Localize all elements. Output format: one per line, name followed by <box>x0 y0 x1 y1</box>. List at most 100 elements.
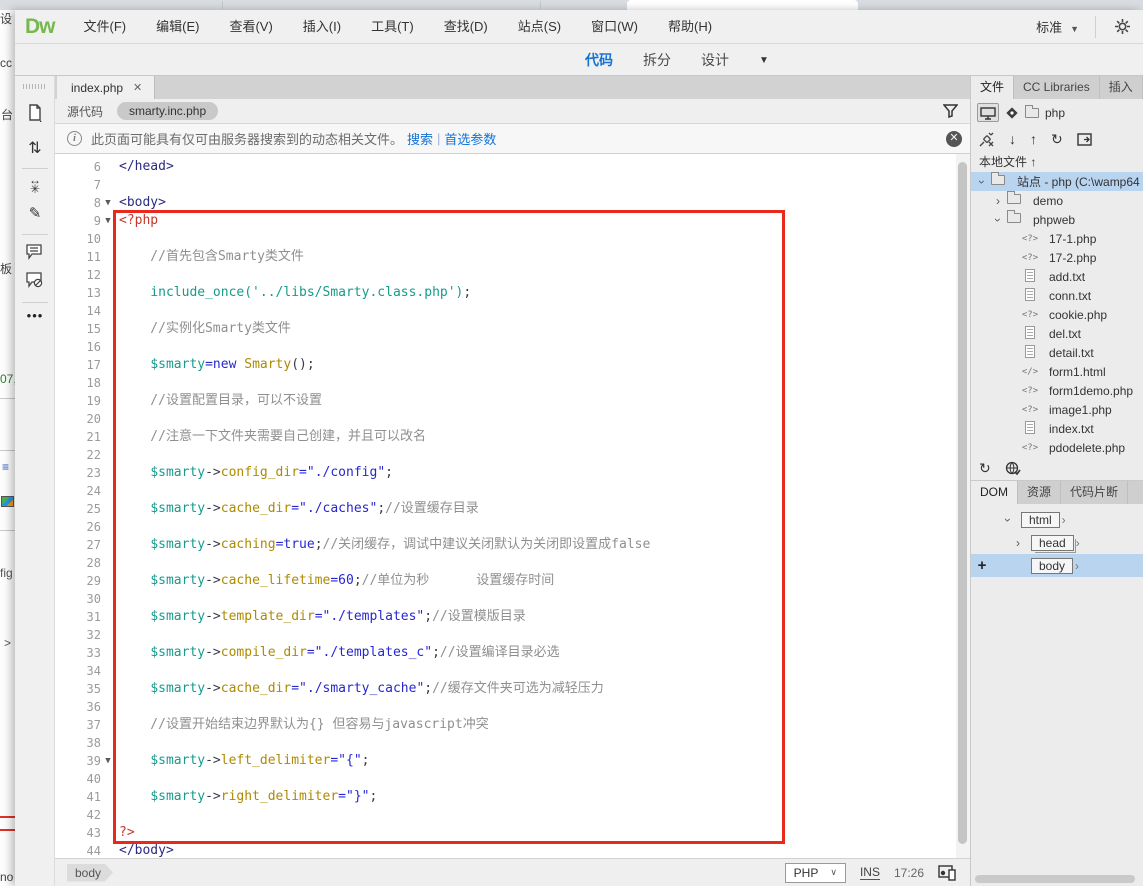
code-line-8[interactable]: 8 ▼ <body> <box>55 194 956 212</box>
tag-selector-body[interactable]: body <box>67 863 114 882</box>
refresh-icon[interactable]: ↻ <box>979 460 991 477</box>
menu-item-help[interactable]: 帮助(H) <box>653 10 727 44</box>
panel-tab-snippets[interactable]: 代码片断 <box>1061 481 1129 504</box>
file-tree-row[interactable]: <?> 17-1.php <box>971 229 1143 248</box>
menu-item-file[interactable]: 文件(F) <box>69 10 142 44</box>
expander-chevron-icon[interactable]: › <box>975 177 989 187</box>
search-link[interactable]: 搜索 <box>407 129 433 148</box>
menu-item-insert[interactable]: 插入(I) <box>288 10 356 44</box>
related-file-smarty-inc[interactable]: smarty.inc.php <box>117 102 219 120</box>
apply-comment-icon[interactable] <box>15 244 55 260</box>
expander-chevron-icon[interactable]: › <box>993 194 1003 208</box>
language-select[interactable]: PHP ∨ <box>784 862 846 883</box>
put-files-icon[interactable]: ↑ <box>1030 131 1037 147</box>
remove-comment-icon[interactable] <box>15 272 55 288</box>
panel-tab-cc-libraries[interactable]: CC Libraries <box>1014 76 1100 99</box>
expander-chevron-icon[interactable]: › <box>1013 536 1023 550</box>
code-line-29[interactable]: 29 $smarty->cache_lifetime=60;//单位为秒 设置缓… <box>55 572 956 590</box>
code-line-18[interactable]: 18 <box>55 374 956 392</box>
panel-tab-assets[interactable]: 资源 <box>1018 481 1062 504</box>
synchronize-icon[interactable]: ↻ <box>1051 131 1063 148</box>
open-documents-icon[interactable] <box>15 104 55 122</box>
code-line-21[interactable]: 21 //注意一下文件夹需要自己创建，并且可以改名 <box>55 428 956 446</box>
wrap-tag-icon[interactable]: ↔ ✳ <box>15 174 55 195</box>
dreamweaver-logo[interactable]: Dw <box>15 15 69 39</box>
code-line-41[interactable]: 41 $smarty->right_delimiter="}"; <box>55 788 956 806</box>
expand-panel-icon[interactable] <box>1077 132 1092 146</box>
code-line-30[interactable]: 30 <box>55 590 956 608</box>
code-line-22[interactable]: 22 <box>55 446 956 464</box>
disconnect-icon[interactable] <box>979 131 995 147</box>
editor-scrollbar[interactable] <box>956 154 970 886</box>
menu-item-tools[interactable]: 工具(T) <box>356 10 429 44</box>
code-line-17[interactable]: 17 $smarty=new Smarty(); <box>55 356 956 374</box>
preview-in-browser-icon[interactable] <box>1005 461 1021 476</box>
file-tree-row[interactable]: detail.txt <box>971 343 1143 362</box>
file-tree-row[interactable]: › phpweb <box>971 210 1143 229</box>
code-line-24[interactable]: 24 <box>55 482 956 500</box>
file-tree-row[interactable]: <?> 17-2.php <box>971 248 1143 267</box>
close-icon[interactable]: ✕ <box>946 131 962 147</box>
code-line-28[interactable]: 28 <box>55 554 956 572</box>
file-tree-row[interactable]: › 站点 - php (C:\wamp64 <box>971 172 1143 191</box>
code-line-36[interactable]: 36 <box>55 698 956 716</box>
code-line-37[interactable]: 37 //设置开始结束边界默认为{} 但容易与javascript冲突 <box>55 716 956 734</box>
workspace-switcher[interactable]: 标准 ▼ <box>1026 17 1089 36</box>
code-line-19[interactable]: 19 //设置配置目录，可以不设置 <box>55 392 956 410</box>
code-line-35[interactable]: 35 $smarty->cache_dir="./smarty_cache";/… <box>55 680 956 698</box>
updown-arrows-icon[interactable]: ⇅ <box>15 138 55 158</box>
code-line-10[interactable]: 10 <box>55 230 956 248</box>
code-line-31[interactable]: 31 $smarty->template_dir="./templates";/… <box>55 608 956 626</box>
preferences-link[interactable]: 首选参数 <box>444 129 496 148</box>
local-files-header[interactable]: 本地文件 ↑ <box>971 152 1143 172</box>
format-source-icon[interactable]: ✎ <box>15 204 55 222</box>
file-tree-row[interactable]: del.txt <box>971 324 1143 343</box>
file-tree-row[interactable]: <?> pdodelete.php <box>971 438 1143 457</box>
source-code-button[interactable]: 源代码 <box>55 103 117 120</box>
file-tree-row[interactable]: add.txt <box>971 267 1143 286</box>
file-tree-row[interactable]: <?> image1.php <box>971 400 1143 419</box>
code-line-9[interactable]: 9 ▼ <?php <box>55 212 956 230</box>
expander-chevron-icon[interactable]: › <box>1001 515 1015 525</box>
code-line-12[interactable]: 12 <box>55 266 956 284</box>
menu-item-site[interactable]: 站点(S) <box>503 10 576 44</box>
fold-arrow-icon[interactable]: ▼ <box>101 194 115 212</box>
panel-tab-files[interactable]: 文件 <box>971 76 1015 99</box>
code-line-7[interactable]: 7 <box>55 176 956 194</box>
scrollbar-thumb[interactable] <box>958 162 967 844</box>
toolbar-grip-handle[interactable] <box>23 84 47 89</box>
code-line-39[interactable]: 39 ▼ $smarty->left_delimiter="{"; <box>55 752 956 770</box>
view-tab-split[interactable]: 拆分 <box>643 50 671 70</box>
code-line-32[interactable]: 32 <box>55 626 956 644</box>
file-tree-row[interactable]: › demo <box>971 191 1143 210</box>
view-tab-design[interactable]: 设计 <box>701 50 729 70</box>
device-preview-icon[interactable] <box>938 864 956 881</box>
dom-node-head[interactable]: › head › <box>971 531 1143 554</box>
panel-tab-insert[interactable]: 插入 <box>1100 76 1143 99</box>
code-line-6[interactable]: 6 </head> <box>55 158 956 176</box>
file-tree-row[interactable]: <?> cookie.php <box>971 305 1143 324</box>
gear-icon[interactable] <box>1102 18 1143 35</box>
menu-item-edit[interactable]: 编辑(E) <box>141 10 214 44</box>
close-icon[interactable]: ✕ <box>133 81 142 94</box>
code-line-13[interactable]: 13 include_once('../libs/Smarty.class.ph… <box>55 284 956 302</box>
code-line-27[interactable]: 27 $smarty->caching=true;//关闭缓存，调试中建议关闭默… <box>55 536 956 554</box>
code-line-26[interactable]: 26 <box>55 518 956 536</box>
code-line-25[interactable]: 25 $smarty->cache_dir="./caches";//设置缓存目… <box>55 500 956 518</box>
file-tree-row[interactable]: conn.txt <box>971 286 1143 305</box>
code-line-20[interactable]: 20 <box>55 410 956 428</box>
server-view-icon[interactable] <box>977 103 999 122</box>
view-tab-code[interactable]: 代码 <box>585 50 613 70</box>
code-line-14[interactable]: 14 <box>55 302 956 320</box>
code-line-33[interactable]: 33 $smarty->compile_dir="./templates_c";… <box>55 644 956 662</box>
code-line-16[interactable]: 16 <box>55 338 956 356</box>
code-view[interactable]: 6 </head> 7 8 ▼ <body> 9 ▼ <?php 10 11 //首先包含Smart… <box>55 154 970 886</box>
code-line-40[interactable]: 40 <box>55 770 956 788</box>
add-element-icon[interactable]: + <box>971 557 993 574</box>
code-line-43[interactable]: 43 ?> <box>55 824 956 842</box>
code-line-38[interactable]: 38 <box>55 734 956 752</box>
panel-tab-dom[interactable]: DOM <box>971 481 1018 504</box>
menu-item-find[interactable]: 查找(D) <box>429 10 503 44</box>
more-tools-icon[interactable]: ••• <box>15 308 55 323</box>
tab-index-php[interactable]: index.php ✕ <box>57 76 156 99</box>
